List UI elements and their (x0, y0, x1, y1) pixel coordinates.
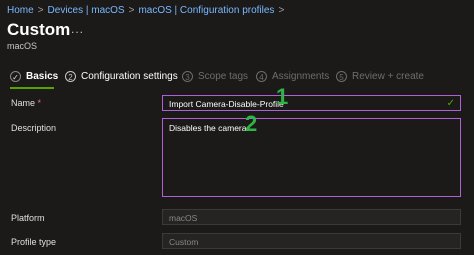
breadcrumb: Home > Devices | macOS > macOS | Configurati… (7, 5, 288, 16)
breadcrumb-devices-macos[interactable]: Devices | macOS (48, 5, 125, 16)
more-options-icon[interactable]: ... (71, 22, 84, 36)
name-label: Name * (11, 98, 42, 108)
step-review-create: 5 Review + create (336, 71, 424, 82)
page-title: Custom (7, 20, 71, 39)
breadcrumb-separator: > (37, 5, 44, 16)
page-subtitle: macOS (7, 41, 38, 51)
checkmark-icon: ✓ (446, 98, 455, 109)
breadcrumb-separator: > (128, 5, 135, 16)
name-value: Import Camera-Disable-Profile (169, 99, 284, 109)
step-number: 2 (65, 71, 76, 82)
step-label: Assignments (272, 71, 330, 82)
required-mark: * (37, 98, 42, 108)
platform-value: macOS (169, 213, 198, 223)
description-label: Description (11, 123, 57, 133)
step-label: Scope tags (198, 71, 249, 82)
breadcrumb-separator: > (278, 5, 285, 16)
step-number: 3 (182, 71, 193, 82)
profile-type-label: Profile type (11, 237, 57, 247)
annotation-marker-1: 1 (276, 84, 289, 109)
step-scope-tags: 3 Scope tags (182, 71, 248, 82)
breadcrumb-configuration-profiles[interactable]: macOS | Configuration profiles (138, 5, 274, 16)
description-value: Disables the camera (169, 123, 247, 133)
platform-label: Platform (11, 213, 45, 223)
profile-type-field: Custom (162, 233, 461, 249)
step-label: Configuration settings (81, 71, 178, 82)
breadcrumb-home[interactable]: Home (7, 5, 34, 16)
description-field[interactable]: Disables the camera (162, 118, 461, 197)
active-step-underline (10, 87, 54, 89)
name-field[interactable]: Import Camera-Disable-Profile ✓ (162, 95, 461, 111)
step-assignments: 4 Assignments (256, 71, 329, 82)
step-configuration-settings[interactable]: 2 Configuration settings (65, 71, 178, 82)
annotation-marker-2: 2 (245, 111, 258, 136)
step-label: Review + create (352, 71, 424, 82)
platform-field: macOS (162, 209, 461, 225)
step-number: 5 (336, 71, 347, 82)
step-label: Basics (26, 71, 59, 82)
step-basics[interactable]: ✓ Basics (10, 71, 58, 82)
checkmark-icon: ✓ (10, 71, 21, 82)
profile-type-value: Custom (169, 237, 199, 247)
step-number: 4 (256, 71, 267, 82)
